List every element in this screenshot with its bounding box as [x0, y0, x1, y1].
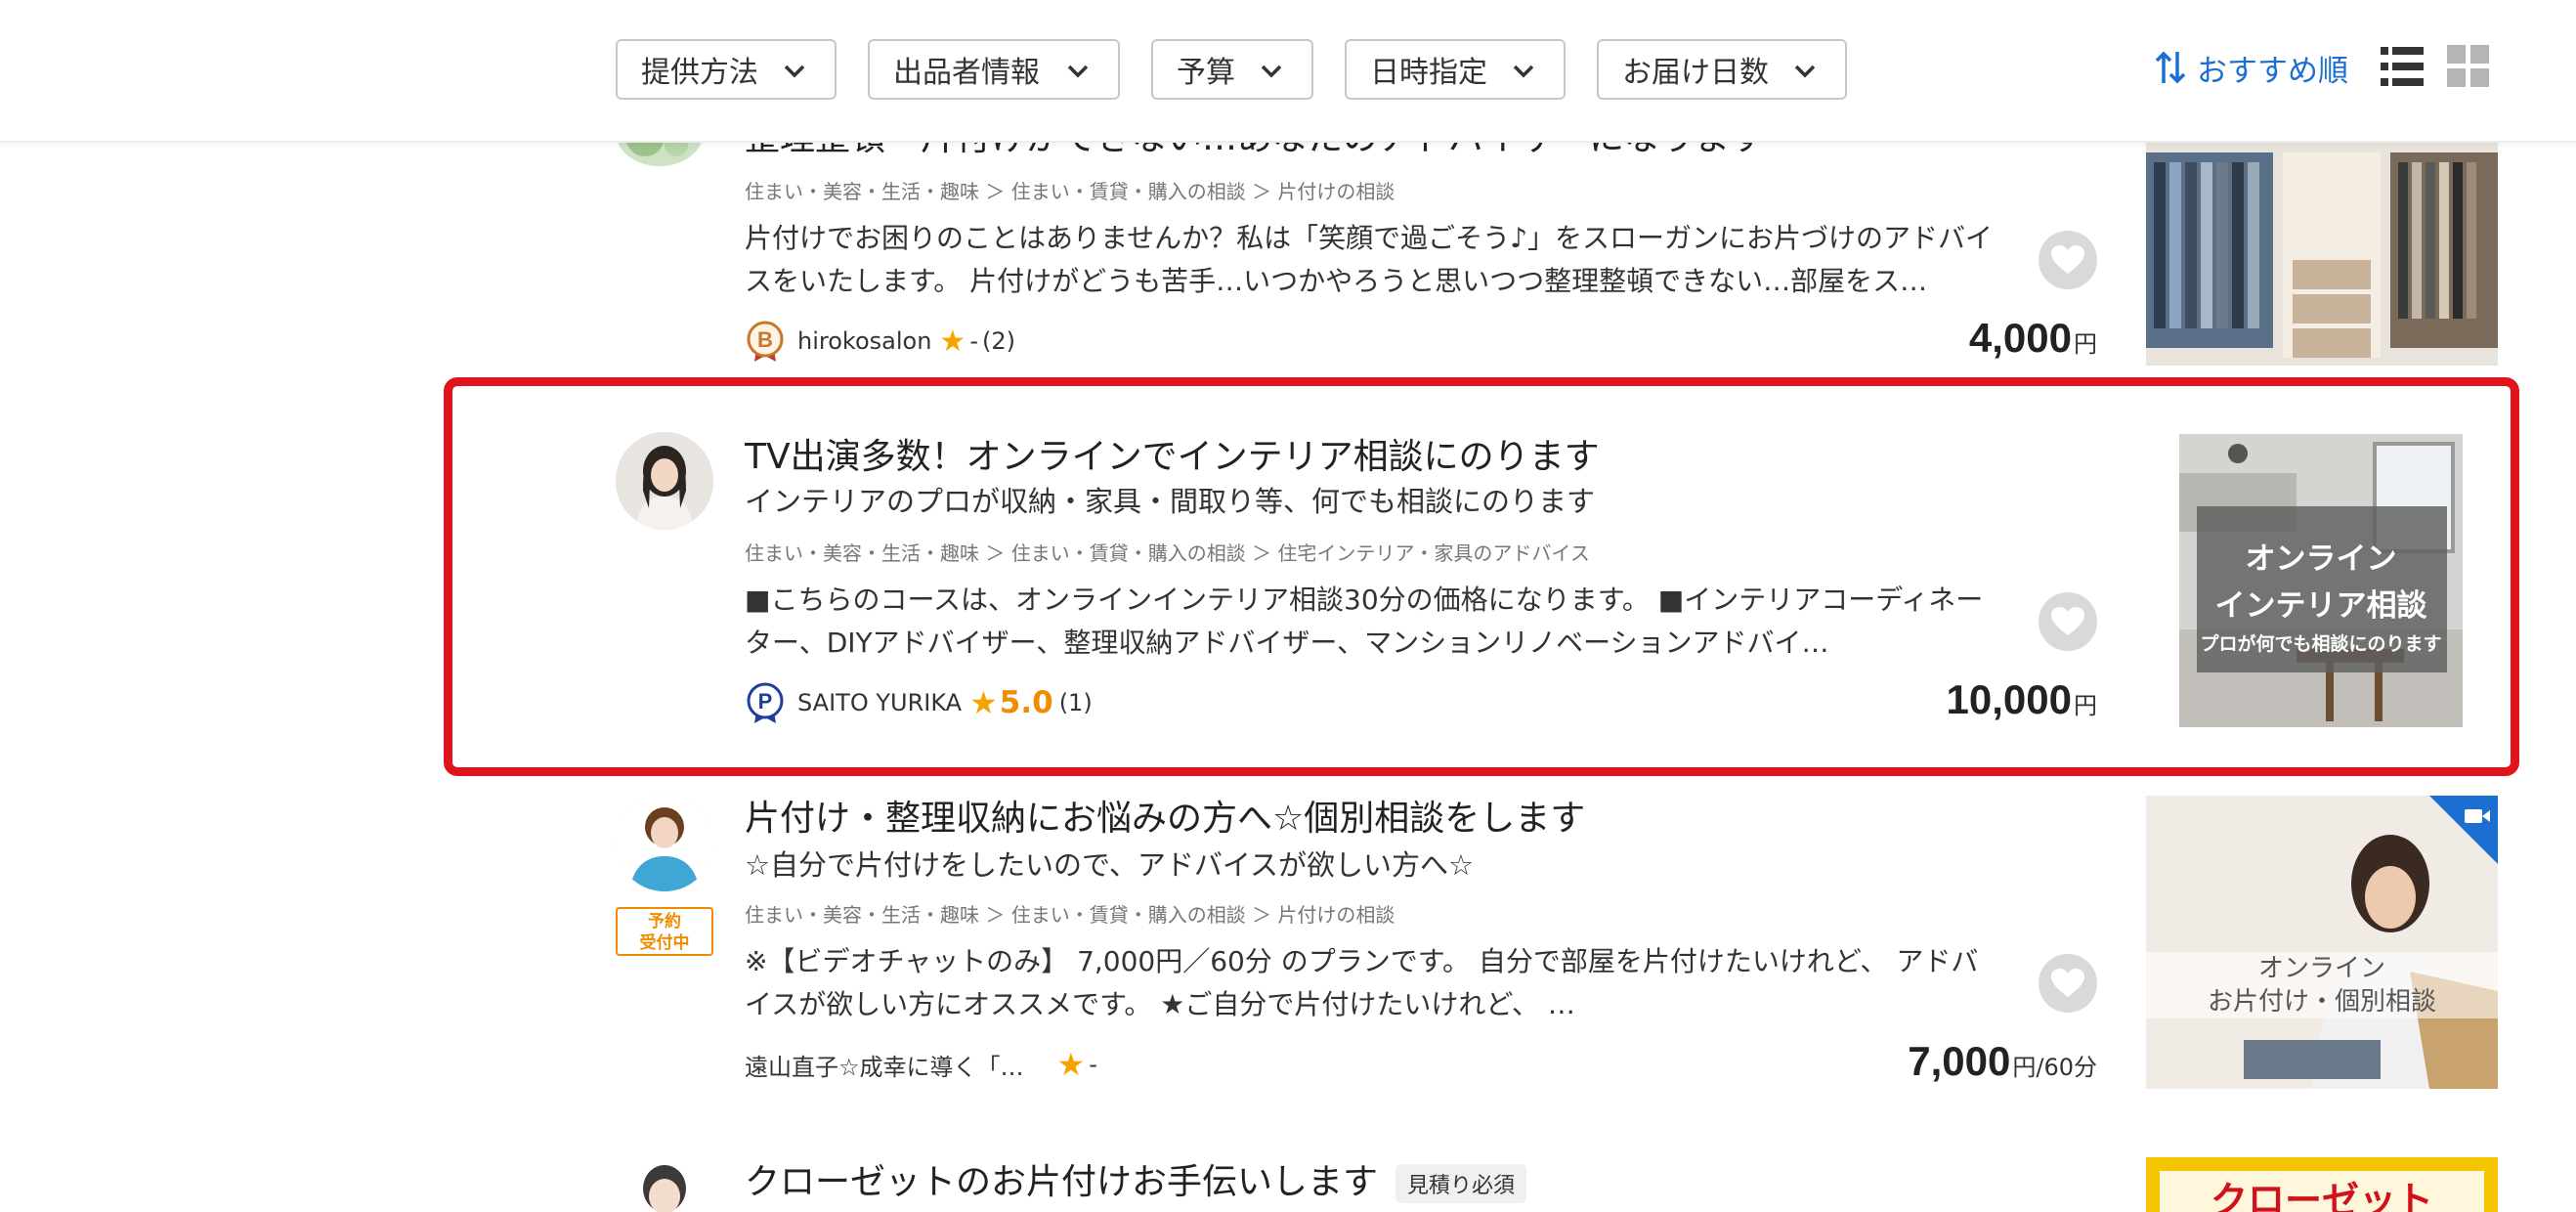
avatar	[616, 794, 713, 891]
filter-delivery-method[interactable]: 提供方法	[616, 39, 837, 100]
estimate-required-tag: 見積り必須	[1395, 1164, 1527, 1203]
rank-letter: B	[757, 327, 773, 352]
favorite-button[interactable]	[2039, 231, 2097, 289]
filter-label: 予算	[1177, 56, 1235, 90]
filter-label: 提供方法	[641, 56, 758, 90]
thumbnail-line: お片付け・個別相談	[2207, 987, 2436, 1017]
reservation-line: 予約	[648, 912, 681, 931]
chevron-down-icon	[1067, 65, 1089, 78]
price-value: 4,000	[1968, 315, 2072, 361]
price-value: 7,000	[1908, 1038, 2011, 1084]
star-icon: ★	[1056, 1046, 1086, 1083]
item-price: 4,000 円	[1969, 315, 2097, 362]
filter-label: 日時指定	[1370, 56, 1487, 90]
item-category-breadcrumb[interactable]: 住まい・美容・生活・趣味 ＞ 住まい・賃貸・購入の相談 ＞ 片付けの相談	[745, 899, 1395, 928]
price-unit: 円/60分	[2012, 1054, 2097, 1081]
item-title-text: クローゼットのお片付けお手伝いします	[745, 1162, 1379, 1202]
item-seller: 遠山直子☆成幸に導く「… ★ -	[745, 1046, 1097, 1083]
filter-seller-info[interactable]: 出品者情報	[868, 39, 1120, 100]
chevron-down-icon	[1513, 65, 1534, 78]
item-title[interactable]: 片付け・整理収納にお悩みの方へ☆個別相談をします	[745, 790, 1585, 841]
closet-photo	[2146, 143, 2498, 366]
filter-label: お届け日数	[1622, 56, 1769, 90]
sort-label: おすすめ順	[2197, 53, 2348, 89]
filter-datetime[interactable]: 日時指定	[1345, 39, 1566, 100]
item-description: 片付けでお困りのことはありませんか？私は「笑顔で過ごそう♪」をスローガンにお片づ…	[745, 222, 1994, 297]
item-seller: B hirokosalon ★ - (2)	[745, 321, 1015, 362]
rank-badge-icon: B	[747, 321, 784, 362]
item-title[interactable]: クローゼットのお片付けお手伝いします 見積り必須	[745, 1153, 1527, 1204]
heart-icon	[2051, 245, 2084, 274]
sort-button[interactable]: おすすめ順	[2154, 43, 2348, 92]
filter-budget[interactable]: 予算	[1151, 39, 1313, 100]
avatar-image	[616, 794, 713, 891]
highlight-frame	[444, 377, 2519, 776]
item-price: 7,000 円/60分	[1908, 1038, 2097, 1085]
item-thumbnail[interactable]	[2146, 143, 2498, 366]
star-icon: ★	[939, 324, 966, 359]
filter-delivery-days[interactable]: お届け日数	[1597, 39, 1847, 100]
avatar	[616, 1153, 713, 1212]
price-unit: 円	[2074, 330, 2097, 358]
rating-value: -	[1089, 1051, 1097, 1078]
grid-view-icon[interactable]	[2447, 45, 2490, 88]
list-view-icon[interactable]	[2381, 45, 2424, 88]
thumbnail-caption: オンライン お片付け・個別相談	[2146, 952, 2498, 1018]
seller-name[interactable]: 遠山直子☆成幸に導く「…	[745, 1048, 1024, 1082]
reservation-line: 受付中	[639, 933, 690, 953]
heart-icon	[2051, 969, 2084, 997]
item-subtitle: ☆自分で片付けをしたいので、アドバイスが欲しい方へ☆	[745, 848, 1474, 882]
chevron-down-icon	[784, 65, 805, 78]
seller-name[interactable]: hirokosalon	[797, 327, 931, 355]
item-thumbnail[interactable]: クローゼット	[2146, 1157, 2498, 1212]
chevron-down-icon	[1794, 65, 1816, 78]
filter-label: 出品者情報	[893, 56, 1040, 90]
item-description: ※【ビデオチャットのみ】 7,000円／60分 のプランです。 自分で部屋を片付…	[745, 945, 1979, 1020]
favorite-button[interactable]	[2039, 954, 2097, 1013]
chevron-down-icon	[1261, 65, 1282, 78]
avatar-image	[643, 1165, 686, 1212]
filter-bar: 提供方法 出品者情報 予算 日時指定 お届け日数 おすすめ順	[0, 0, 2576, 143]
item-category-breadcrumb[interactable]: 住まい・美容・生活・趣味 ＞ 住まい・賃貸・購入の相談 ＞ 片付けの相談	[745, 176, 1395, 204]
review-count: (2)	[981, 327, 1015, 355]
video-chat-icon	[2429, 796, 2498, 864]
item-thumbnail[interactable]: オンライン お片付け・個別相談	[2146, 796, 2498, 1089]
thumbnail-line: オンライン	[2257, 954, 2385, 983]
rating-value: -	[969, 327, 978, 355]
reservation-badge: 予約 受付中	[616, 907, 713, 956]
sort-icon	[2155, 51, 2186, 84]
thumbnail-caption: クローゼット	[2160, 1171, 2484, 1212]
